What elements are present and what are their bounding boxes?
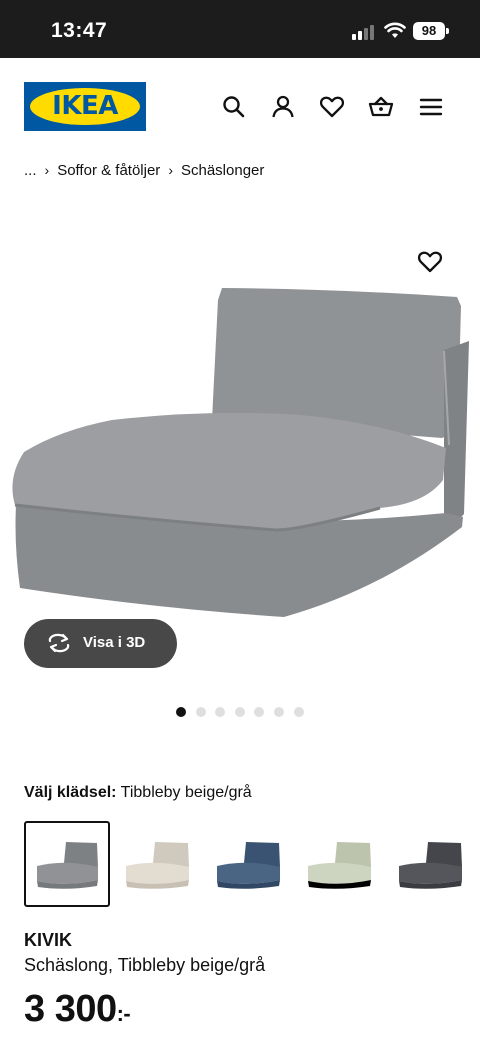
carousel-dot[interactable] <box>215 707 225 717</box>
menu-icon[interactable] <box>418 94 444 120</box>
swatch-sofa-thumbnail <box>217 842 280 889</box>
fabric-swatch-light-green[interactable] <box>297 821 383 907</box>
carousel-dot[interactable] <box>176 707 186 717</box>
chevron-right-icon: › <box>168 162 173 178</box>
fabric-swatches <box>24 821 480 909</box>
site-header: IKEA <box>0 58 480 158</box>
fabric-swatch-grey[interactable] <box>24 821 110 907</box>
product-name: KIVIK <box>24 930 73 950</box>
carousel-dot[interactable] <box>294 707 304 717</box>
carousel-dot[interactable] <box>254 707 264 717</box>
breadcrumb-item-soffor[interactable]: Soffor & fåtöljer <box>57 162 160 179</box>
price-value: 3 300 <box>24 988 117 1030</box>
status-bar: 13:47 98 <box>0 0 480 58</box>
fabric-swatch-blue[interactable] <box>206 821 292 907</box>
favourites-icon[interactable] <box>319 94 345 120</box>
price-suffix: :- <box>116 1001 131 1026</box>
signal-icon <box>352 24 376 40</box>
status-time: 13:47 <box>51 19 108 42</box>
rotate-3d-icon <box>48 633 70 653</box>
fabric-swatch-beige[interactable] <box>115 821 201 907</box>
breadcrumb-ellipsis[interactable]: ... <box>24 162 37 179</box>
account-icon[interactable] <box>270 94 296 120</box>
search-icon[interactable] <box>221 94 247 120</box>
fabric-selected-value: Tibbleby beige/grå <box>120 784 252 801</box>
fabric-label: Välj klädsel: <box>24 784 117 801</box>
product-image[interactable] <box>0 240 480 680</box>
carousel-dot[interactable] <box>274 707 284 717</box>
logo-text: IKEA <box>52 91 118 121</box>
chevron-right-icon: › <box>44 162 50 178</box>
breadcrumb-item-schaslonger[interactable]: Schäslonger <box>181 162 264 179</box>
breadcrumb: ... › Soffor & fåtöljer › Schäslonger <box>24 162 264 179</box>
swatch-sofa-thumbnail <box>126 842 189 889</box>
view-3d-button[interactable]: Visa i 3D <box>24 619 177 668</box>
view-3d-label: Visa i 3D <box>83 634 146 651</box>
product-price: 3 300:- <box>24 988 131 1031</box>
fabric-swatch-dark-grey[interactable] <box>388 821 474 907</box>
basket-icon[interactable] <box>368 94 394 120</box>
battery-indicator: 98 <box>413 22 445 40</box>
carousel-dot[interactable] <box>196 707 206 717</box>
swatch-sofa-thumbnail <box>308 842 371 889</box>
carousel-dot[interactable] <box>235 707 245 717</box>
favourite-heart-icon[interactable] <box>417 249 443 275</box>
battery-tip <box>446 28 449 34</box>
swatch-sofa-thumbnail <box>399 842 462 889</box>
product-description: Schäslong, Tibbleby beige/grå <box>24 955 266 975</box>
fabric-selector-label: Välj klädsel: Tibbleby beige/grå <box>24 784 252 802</box>
ikea-logo[interactable]: IKEA <box>24 82 146 131</box>
swatch-sofa-thumbnail <box>37 842 98 889</box>
wifi-icon <box>384 22 406 38</box>
